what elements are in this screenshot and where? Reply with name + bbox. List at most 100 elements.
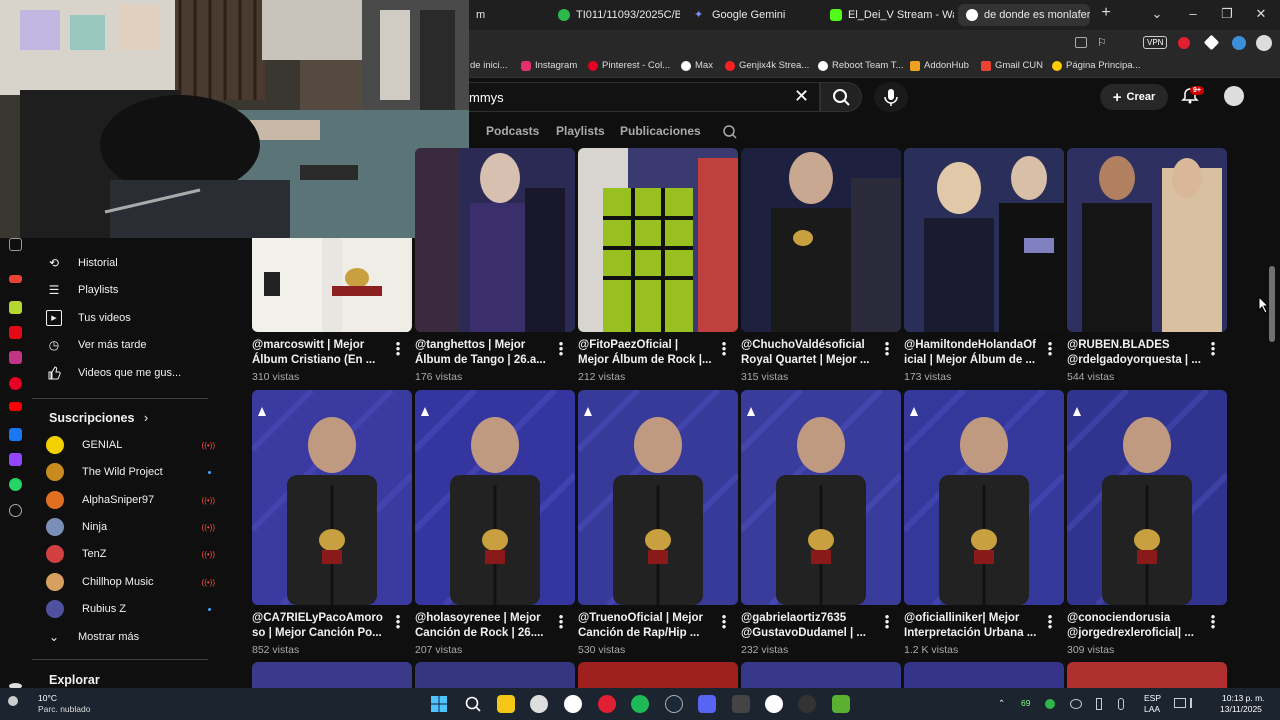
more-actions-icon[interactable]: • • • — [1209, 610, 1217, 633]
youtube-icon[interactable] — [9, 402, 22, 411]
video-thumbnail[interactable] — [904, 662, 1064, 688]
video-title[interactable]: @ChuchoValdésoficial Royal Quartet | Mejo… — [741, 338, 886, 368]
video-thumbnail[interactable] — [252, 238, 412, 332]
file-explorer-icon[interactable] — [497, 695, 515, 713]
microphone-tray-icon[interactable] — [1118, 698, 1124, 710]
tray-app-icon[interactable] — [1070, 699, 1082, 709]
more-actions-icon[interactable]: • • • — [1046, 337, 1054, 360]
taskbar-search-icon[interactable] — [464, 695, 482, 713]
tray-app-icon[interactable] — [1045, 699, 1055, 709]
discord-icon[interactable] — [698, 695, 716, 713]
subscription-item[interactable]: Rubius Z — [46, 598, 221, 620]
more-actions-icon[interactable]: • • • — [1046, 610, 1054, 633]
bookmark-star-icon[interactable]: ⚐ — [1097, 36, 1107, 49]
more-actions-icon[interactable]: • • • — [720, 610, 728, 633]
bookmark-item[interactable]: Instagram — [521, 60, 577, 71]
translate-icon[interactable] — [1075, 37, 1087, 48]
subscription-item[interactable]: Chillhop Music ((•)) — [46, 571, 221, 593]
more-actions-icon[interactable]: • • • — [394, 610, 402, 633]
page-scrollbar[interactable] — [1268, 145, 1276, 685]
volume-icon[interactable] — [1190, 698, 1200, 708]
network-icon[interactable] — [1174, 698, 1186, 708]
video-title[interactable]: @conociendorusia @jorgedrexleroficial| ..… — [1067, 611, 1212, 641]
more-actions-icon[interactable]: • • • — [1209, 337, 1217, 360]
gmail-icon[interactable] — [9, 275, 22, 283]
video-thumbnail[interactable] — [1067, 390, 1227, 605]
twitch-icon[interactable] — [9, 453, 22, 466]
create-button[interactable]: + Crear — [1100, 84, 1168, 110]
video-thumbnail[interactable] — [578, 662, 738, 688]
video-thumbnail[interactable] — [415, 662, 575, 688]
profile-avatar[interactable] — [1256, 35, 1272, 51]
netflix-icon[interactable] — [9, 326, 22, 339]
search-channel-icon[interactable] — [722, 124, 738, 140]
bookmark-item[interactable]: Reboot Team T... — [818, 60, 903, 71]
clear-search-icon[interactable]: ✕ — [794, 86, 809, 107]
close-window-button[interactable]: ✕ — [1251, 6, 1271, 22]
show-hidden-icons[interactable]: ⌃ — [998, 698, 1005, 709]
chatgpt-icon[interactable] — [765, 695, 783, 713]
sidebar-item-playlists[interactable]: ☰ Playlists — [46, 279, 119, 301]
filter-posts[interactable]: Publicaciones — [620, 124, 701, 138]
show-more-button[interactable]: ⌄ Mostrar más — [46, 626, 139, 648]
new-tab-button[interactable]: + — [1096, 4, 1116, 22]
language-indicator[interactable]: ESP — [1144, 693, 1161, 703]
more-actions-icon[interactable]: • • • — [720, 337, 728, 360]
pinterest-icon[interactable] — [9, 377, 22, 390]
spotify-icon[interactable] — [631, 695, 649, 713]
video-thumbnail[interactable] — [415, 390, 575, 605]
video-title[interactable]: @RUBEN.BLADES @rdelgadoyorquesta | ... — [1067, 338, 1212, 368]
subscription-item[interactable]: The Wild Project — [46, 461, 221, 483]
video-title[interactable]: @oficialliniker| Mejor Interpretación Urb… — [904, 611, 1049, 641]
voice-search-button[interactable] — [874, 82, 908, 112]
bookmark-item[interactable]: de inici... — [470, 60, 508, 71]
whatsapp-icon[interactable] — [9, 478, 22, 491]
weather-widget[interactable] — [6, 694, 28, 714]
facebook-icon[interactable] — [9, 428, 22, 441]
maximize-button[interactable]: ❐ — [1217, 6, 1237, 22]
video-thumbnail[interactable] — [904, 390, 1064, 605]
extension-icon[interactable] — [1178, 37, 1190, 49]
subscription-item[interactable]: AlphaSniper97 ((•)) — [46, 489, 221, 511]
video-thumbnail[interactable] — [741, 148, 901, 332]
video-thumbnail[interactable] — [252, 390, 412, 605]
video-title[interactable]: @FitoPaezOficial | Mejor Álbum de Rock |.… — [578, 338, 723, 368]
chart-app-icon[interactable] — [732, 695, 750, 713]
video-thumbnail[interactable] — [578, 390, 738, 605]
minimize-button[interactable]: – — [1183, 6, 1203, 21]
extension-icon[interactable] — [1232, 36, 1246, 50]
sidebar-item-liked-videos[interactable]: Videos que me gus... — [46, 362, 181, 384]
subscriptions-heading[interactable]: Suscripciones › — [49, 411, 148, 425]
subscription-item[interactable]: Ninja ((•)) — [46, 516, 221, 538]
vpn-button[interactable]: VPN — [1143, 36, 1168, 49]
video-thumbnail[interactable] — [578, 148, 738, 332]
video-title[interactable]: @marcoswitt | Mejor Álbum Cristiano (En .… — [252, 338, 397, 368]
app-icon[interactable] — [832, 695, 850, 713]
windows-start-icon[interactable] — [430, 695, 448, 713]
more-actions-icon[interactable]: • • • — [883, 337, 891, 360]
clock-time[interactable]: 10:13 p. m. — [1222, 693, 1265, 703]
video-thumbnail[interactable] — [904, 148, 1064, 332]
more-actions-icon[interactable]: • • • — [394, 337, 402, 360]
steam-icon[interactable] — [665, 695, 683, 713]
more-actions-icon[interactable]: • • • — [883, 610, 891, 633]
sidebar-item-your-videos[interactable]: ▶ Tus videos — [46, 307, 131, 329]
chrome-icon[interactable] — [564, 695, 582, 713]
video-title[interactable]: @holasoyrenee | Mejor Canción de Rock | 2… — [415, 611, 560, 641]
reading-list-icon[interactable] — [9, 238, 22, 251]
bookmark-item[interactable]: Página Principa... — [1052, 60, 1140, 71]
more-actions-icon[interactable]: • • • — [557, 610, 565, 633]
search-input[interactable]: mmys — [440, 82, 820, 112]
video-thumbnail[interactable] — [1067, 662, 1227, 688]
more-actions-icon[interactable]: • • • — [557, 337, 565, 360]
video-thumbnail[interactable] — [741, 662, 901, 688]
bookmark-item[interactable]: Genjix4k Strea... — [725, 60, 809, 71]
app-icon[interactable] — [9, 301, 22, 314]
vivaldi-icon[interactable] — [598, 695, 616, 713]
instagram-icon[interactable] — [9, 351, 22, 364]
bookmark-item[interactable]: AddonHub — [910, 60, 969, 71]
browser-tab-active[interactable]: de donde es monlaferte - I — [958, 4, 1090, 26]
obs-icon[interactable] — [798, 695, 816, 713]
filter-podcasts[interactable]: Podcasts — [486, 124, 539, 138]
video-title[interactable]: @TruenoOficial | Mejor Canción de Rap/Hip… — [578, 611, 723, 641]
